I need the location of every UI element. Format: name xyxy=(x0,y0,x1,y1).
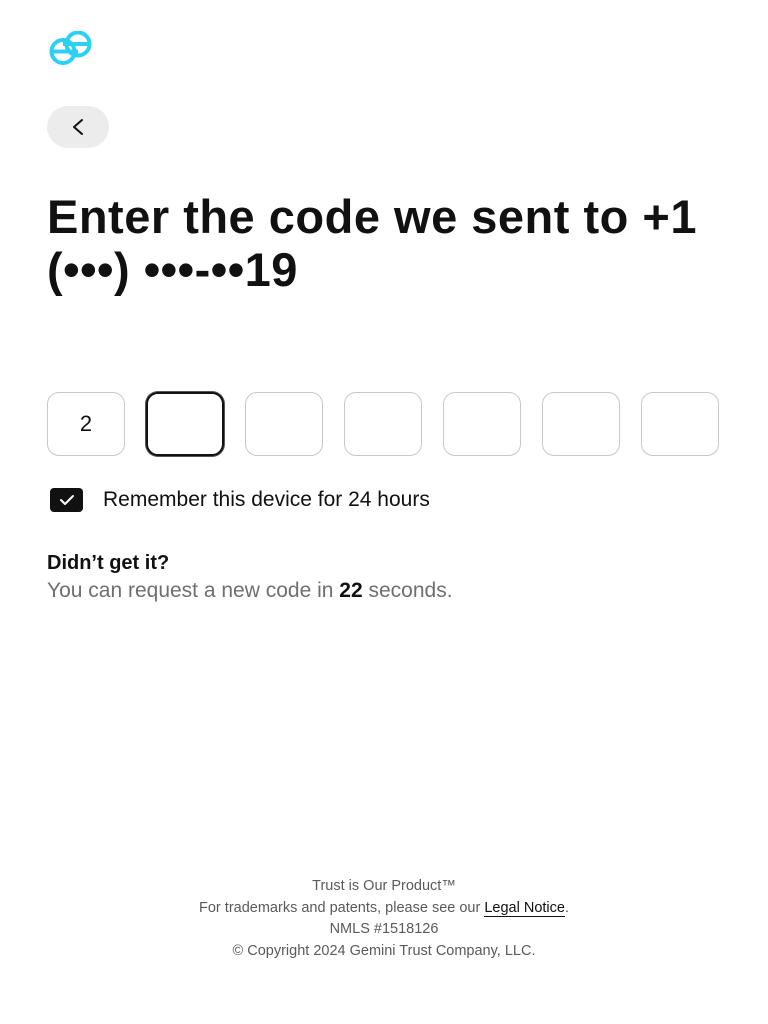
footer-nmls: NMLS #1518126 xyxy=(329,921,439,937)
footer-tagline: Trust is Our Product™ xyxy=(312,878,456,894)
resend-seconds: 22 xyxy=(339,579,363,602)
footer: Trust is Our Product™ For trademarks and… xyxy=(0,876,768,962)
resend-prefix: You can request a new code in xyxy=(47,579,340,602)
page-title: Enter the code we sent to +1 (•••) •••-•… xyxy=(47,190,697,296)
verification-code-input: 2 xyxy=(47,392,719,456)
code-digit-1[interactable]: 2 xyxy=(47,392,125,456)
code-digit-5[interactable] xyxy=(443,392,521,456)
footer-legal-suffix: . xyxy=(564,899,569,916)
resend-suffix: seconds. xyxy=(362,579,453,602)
code-digit-4[interactable] xyxy=(344,392,422,456)
gemini-logo-icon xyxy=(49,31,92,65)
remember-device-checkbox[interactable] xyxy=(50,488,83,512)
code-digit-2[interactable] xyxy=(146,392,224,456)
footer-legal-prefix: For trademarks and patents, please see o… xyxy=(199,899,485,916)
footer-legal-line: For trademarks and patents, please see o… xyxy=(0,898,768,920)
footer-copyright: © Copyright 2024 Gemini Trust Company, L… xyxy=(232,942,536,959)
code-digit-3[interactable] xyxy=(245,392,323,456)
back-button[interactable] xyxy=(47,106,109,148)
remember-device-row[interactable]: Remember this device for 24 hours xyxy=(50,488,430,512)
legal-notice-link[interactable]: Legal Notice xyxy=(484,899,565,917)
chevron-left-icon xyxy=(73,119,83,135)
verification-page: Enter the code we sent to +1 (•••) •••-•… xyxy=(0,0,768,1024)
resend-title: Didn’t get it? xyxy=(47,552,170,574)
resend-countdown-text: You can request a new code in 22 seconds… xyxy=(47,579,453,603)
remember-device-label: Remember this device for 24 hours xyxy=(103,488,430,511)
code-digit-6[interactable] xyxy=(542,392,620,456)
checkmark-icon xyxy=(59,495,74,505)
code-digit-7[interactable] xyxy=(641,392,719,456)
